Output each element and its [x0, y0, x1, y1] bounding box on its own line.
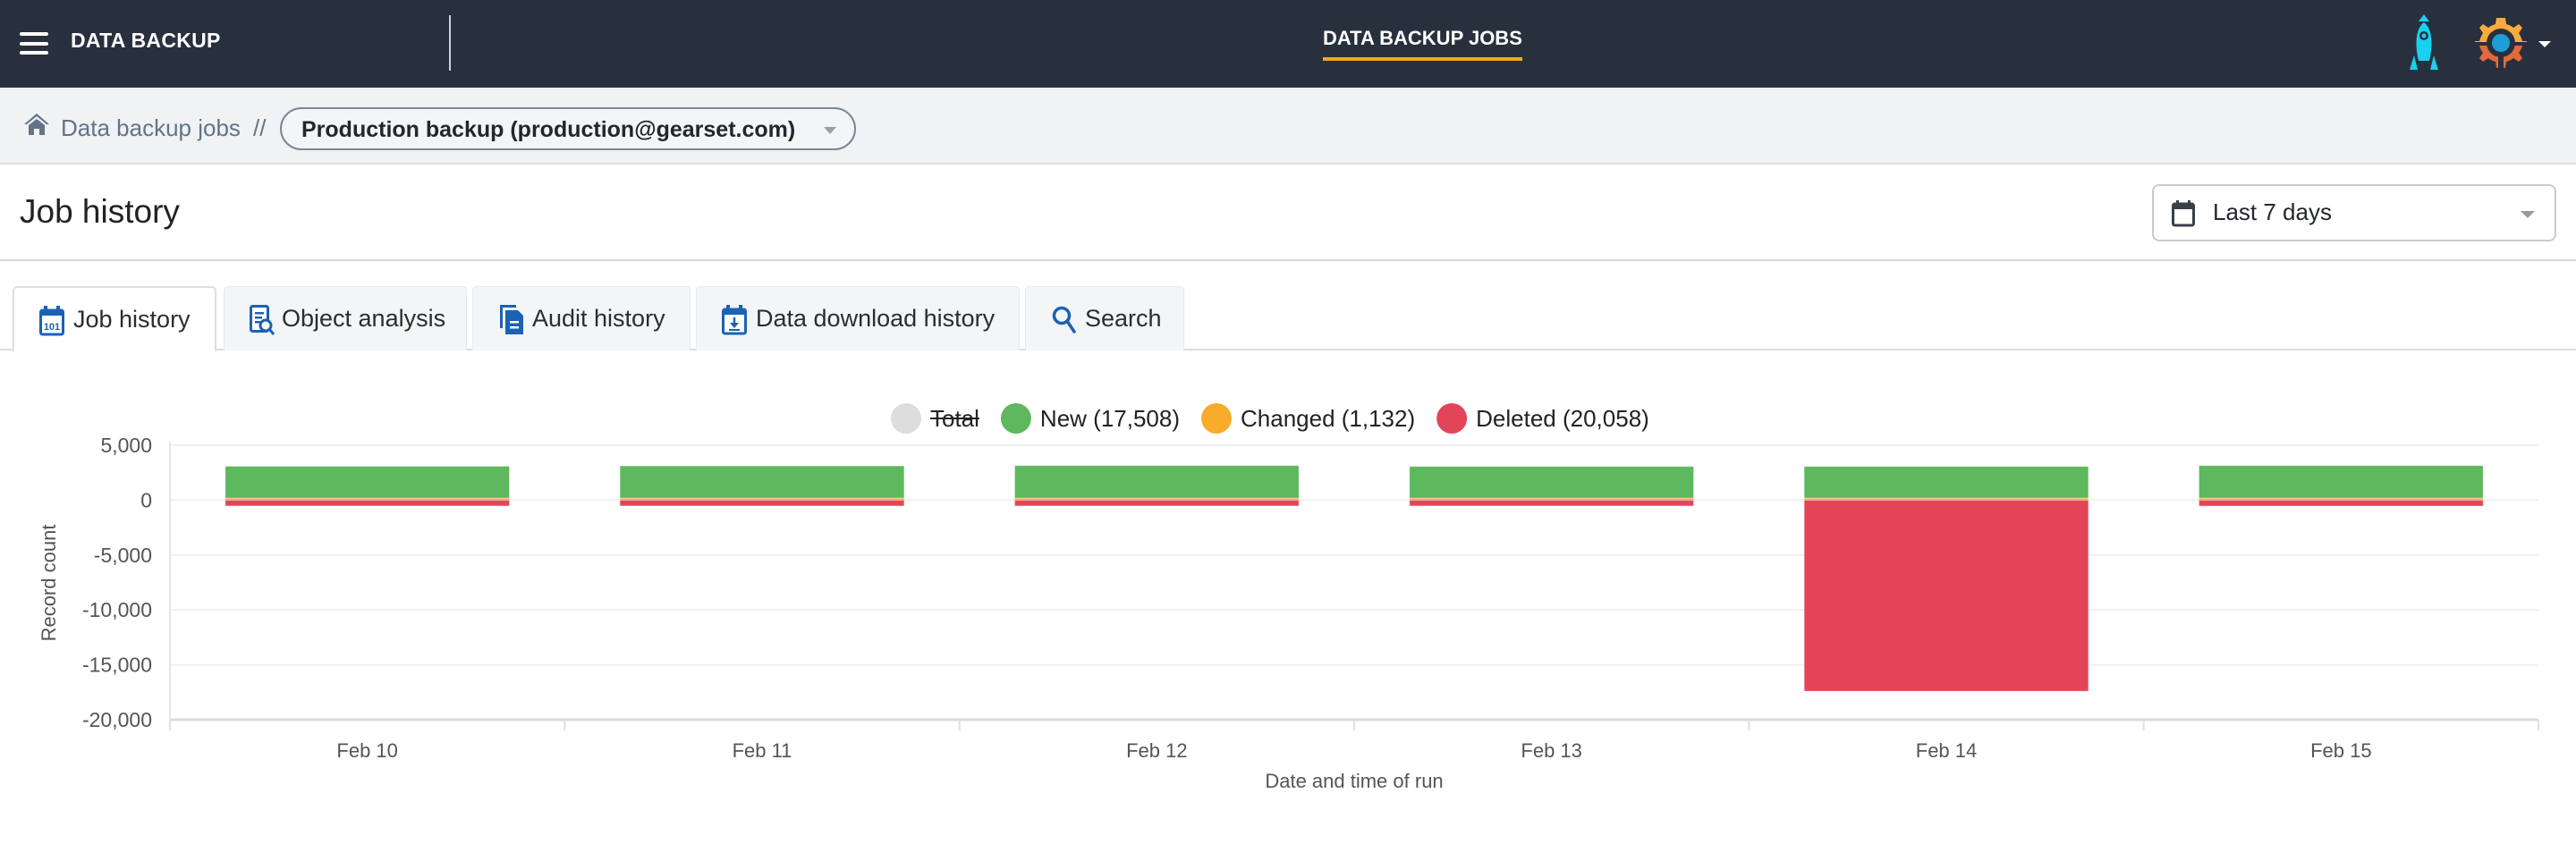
- legend-label: Deleted (20,058): [1476, 405, 1649, 432]
- legend-item-deleted[interactable]: Deleted (20,058): [1436, 403, 1649, 434]
- bar-new-feb-12: [1013, 465, 1300, 499]
- chevron-down-icon: [2521, 211, 2535, 218]
- bar-deleted-feb-15: [2198, 499, 2484, 507]
- tab-object-analysis[interactable]: Object analysis: [224, 286, 467, 350]
- menu-icon[interactable]: [20, 32, 48, 55]
- legend-label: Changed (1,132): [1241, 405, 1415, 432]
- document-search-icon: [250, 305, 275, 335]
- x-tick-label: Feb 10: [336, 739, 398, 762]
- x-tick-label: Feb 14: [1916, 739, 1978, 762]
- rocket-icon[interactable]: [2408, 14, 2440, 72]
- job-history-chart: Total New (17,508) Changed (1,132) Deleted …: [38, 403, 2539, 792]
- x-axis: Feb 10 Feb 11 Feb 12 Feb 13 Feb 14 Feb 15: [169, 720, 2539, 762]
- bar-new-feb-15: [2198, 465, 2484, 499]
- legend-swatch: [1436, 403, 1468, 434]
- breadcrumb-data-backup-jobs[interactable]: Data backup jobs: [61, 114, 241, 142]
- tab-search[interactable]: Search: [1025, 286, 1184, 350]
- home-icon[interactable]: [23, 113, 50, 136]
- tab-label: Audit history: [532, 305, 665, 332]
- chevron-down-icon[interactable]: [2538, 41, 2551, 47]
- tab-audit-history[interactable]: Audit history: [472, 286, 691, 350]
- tab-data-download-history[interactable]: Data download history: [696, 286, 1020, 350]
- gear-icon[interactable]: [2472, 14, 2529, 72]
- search-icon: [1052, 306, 1076, 333]
- bar-new-feb-13: [1409, 466, 1695, 499]
- tab-label: Job history: [73, 306, 191, 333]
- svg-text:101: 101: [44, 322, 60, 333]
- page-title: Job history: [20, 193, 180, 230]
- y-tick-label: -5,000: [94, 544, 152, 567]
- org-select[interactable]: Production backup (production@gearset.co…: [280, 107, 856, 150]
- legend-swatch: [891, 403, 921, 434]
- legend-item-changed[interactable]: Changed (1,132): [1201, 403, 1415, 434]
- y-tick-label: 0: [140, 488, 152, 511]
- divider: [449, 15, 451, 71]
- x-tick-label: Feb 12: [1126, 739, 1188, 762]
- y-axis-label: Record count: [38, 525, 60, 642]
- bar-deleted-feb-12: [1013, 499, 1300, 507]
- page-header: Job history Last 7 days: [0, 166, 2576, 261]
- calendar-icon: [2172, 200, 2195, 227]
- chart-legend: Total New (17,508) Changed (1,132) Deleted …: [891, 403, 1649, 434]
- calendar-icon: 101: [39, 306, 64, 336]
- legend-label: New (17,508): [1040, 405, 1180, 432]
- tab-bar: 101 Job history Object analysis Audit hi…: [0, 284, 2576, 352]
- calendar-download-icon: [722, 305, 747, 335]
- legend-item-total[interactable]: Total: [891, 403, 979, 434]
- app-title: DATA BACKUP: [71, 29, 221, 52]
- legend-item-new[interactable]: New (17,508): [1000, 403, 1180, 434]
- x-tick-label: Feb 11: [733, 739, 792, 762]
- y-tick-label: -15,000: [82, 654, 152, 677]
- bar-new-feb-14: [1803, 466, 2089, 499]
- tab-label: Search: [1085, 305, 1162, 332]
- nav-data-backup-jobs[interactable]: DATA BACKUP JOBS: [1323, 27, 1522, 61]
- y-tick-label: -10,000: [82, 598, 152, 621]
- bar-deleted-feb-14: [1803, 499, 2089, 692]
- x-axis-label: Date and time of run: [1265, 770, 1443, 792]
- bar-new-feb-10: [225, 465, 511, 499]
- chevron-down-icon: [824, 127, 836, 134]
- tab-job-history[interactable]: 101 Job history: [13, 286, 216, 352]
- date-range-value: Last 7 days: [2213, 198, 2332, 225]
- date-range-select[interactable]: Last 7 days: [2152, 184, 2556, 241]
- breadcrumb-separator: //: [253, 114, 267, 141]
- bar-deleted-feb-10: [225, 499, 511, 507]
- x-tick-label: Feb 13: [1521, 739, 1582, 762]
- tab-label: Object analysis: [282, 305, 446, 332]
- y-axis: 5,000 0 -5,000 -10,000 -15,000 -20,000: [82, 434, 171, 731]
- org-select-value: Production backup (production@gearset.co…: [301, 117, 796, 142]
- bar-deleted-feb-13: [1409, 499, 1695, 507]
- y-tick-label: 5,000: [100, 434, 152, 457]
- chart-grid: [170, 444, 2538, 722]
- tab-label: Data download history: [756, 305, 996, 332]
- y-tick-label: -20,000: [82, 708, 152, 731]
- bar-deleted-feb-11: [619, 499, 905, 507]
- legend-swatch: [1201, 403, 1232, 434]
- documents-icon: [500, 305, 523, 334]
- top-bar: DATA BACKUP DATA BACKUP JOBS: [0, 0, 2576, 88]
- breadcrumb: Data backup jobs // Production backup (p…: [0, 88, 2576, 165]
- legend-swatch: [1000, 403, 1031, 434]
- bar-new-feb-11: [619, 465, 905, 499]
- x-tick-label: Feb 15: [2310, 739, 2372, 762]
